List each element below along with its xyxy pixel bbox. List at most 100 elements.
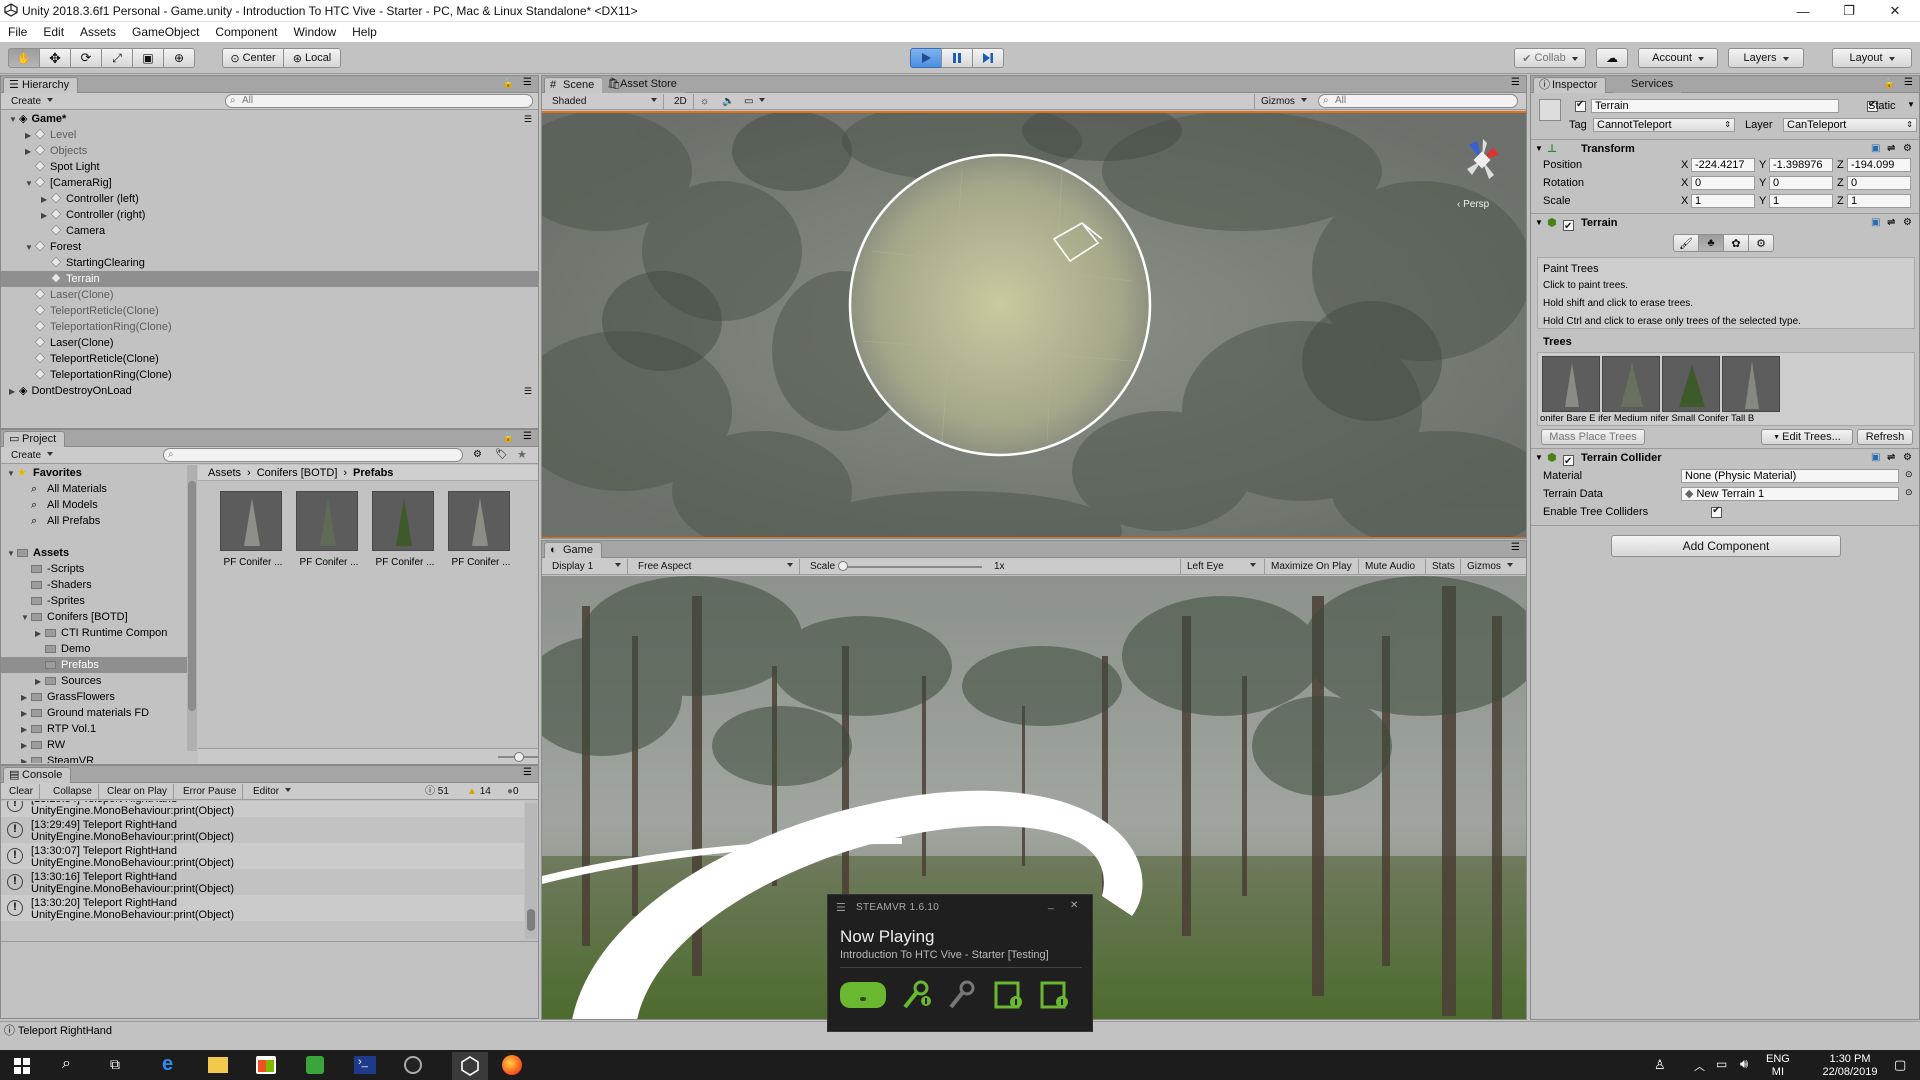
menu-component[interactable]: Component [207,22,285,42]
help-book-icon[interactable]: ▣ [1871,449,1880,467]
transform-tool-button[interactable]: ⊕ [163,48,195,68]
console-error-count[interactable]: ●0 [501,784,525,799]
tree-thumbnail[interactable] [1602,356,1660,412]
eye-dropdown[interactable]: Left Eye [1180,559,1262,574]
fold-closed-icon[interactable]: ▶ [35,626,45,642]
project-tree-item[interactable]: ⌕ All Models [1,497,187,513]
tab-inspector[interactable]: ⓘ Inspector [1533,77,1607,93]
asset-item[interactable]: PF Conifer ... [446,491,516,575]
people-icon[interactable]: ♙ [1654,1057,1666,1073]
controller-icon[interactable] [900,979,932,1011]
object-picker-icon[interactable]: ⊙ [1905,487,1913,498]
project-tree-item[interactable]: ▶ Ground materials FD [1,705,187,721]
axis-label-z[interactable]: Z [1837,195,1844,207]
scene-search-input[interactable]: ⌕ All [1318,94,1518,108]
axis-label-y[interactable]: Y [1759,177,1766,189]
hierarchy-item[interactable]: TeleportReticle(Clone) [1,303,538,319]
lock-icon[interactable]: 🔒 [1884,78,1895,89]
step-button[interactable] [972,48,1004,68]
hierarchy-create-button[interactable]: Create [5,94,59,109]
hierarchy-item[interactable]: Spot Light [1,159,538,175]
aspect-dropdown[interactable]: Free Aspect [632,559,800,574]
console-error-pause-button[interactable]: Error Pause [177,784,244,799]
rotate-tool-button[interactable]: ⟳ [70,48,102,68]
scene-menu-icon[interactable]: ☰ [524,383,532,399]
hierarchy-item[interactable]: Laser(Clone) [1,335,538,351]
hierarchy-item[interactable]: TeleportationRing(Clone) [1,367,538,383]
tab-project[interactable]: ▭ Project [3,431,66,447]
clock[interactable]: 1:30 PM 22/08/2019 [1810,1053,1890,1079]
lock-icon[interactable]: 🔒 [503,78,514,89]
tab-console[interactable]: ▤ Console [3,767,72,783]
transform-z-field[interactable]: 1 [1847,194,1911,208]
steamvr-minimize-icon[interactable]: _ [1048,899,1054,910]
scale-slider[interactable] [842,566,982,568]
help-book-icon[interactable]: ▣ [1871,214,1880,232]
console-collapse-button[interactable]: Collapse [47,784,99,799]
panel-menu-icon[interactable]: ☰ [1511,77,1520,88]
fold-closed-icon[interactable]: ▶ [21,738,31,754]
menu-edit[interactable]: Edit [35,22,72,42]
paint-trees-button[interactable]: ♣ [1698,234,1724,252]
chevron-down-icon[interactable]: ▼ [1907,100,1915,109]
active-checkbox[interactable] [1575,99,1586,112]
transform-x-field[interactable]: -224.4217 [1691,158,1755,172]
filter-label-icon[interactable]: 🏷 [495,449,508,460]
fold-closed-icon[interactable]: ▶ [9,384,19,400]
gear-icon[interactable]: ⚙ [1903,449,1912,467]
console-warning-count[interactable]: ▲ 14 [461,784,497,799]
fold-closed-icon[interactable]: ▶ [21,722,31,738]
project-tree-item[interactable]: ⌕ All Prefabs [1,513,187,529]
stats-toggle[interactable]: Stats [1425,559,1461,574]
transform-z-field[interactable]: 0 [1847,176,1911,190]
chevron-up-icon[interactable]: ︿ [1694,1058,1705,1074]
fold-closed-icon[interactable]: ▶ [41,192,51,208]
console-log-row[interactable]: ! [13:30:20] Teleport RightHand UnityEngin… [1,895,524,921]
hierarchy-item[interactable]: ▶ ◈ DontDestroyOnLoad ☰ [1,383,538,399]
edit-trees-button[interactable]: ▼ Edit Trees... [1761,429,1853,445]
paint-details-button[interactable]: ✿ [1723,234,1749,252]
project-tree-item[interactable]: ▶ CTI Runtime Compon [1,625,187,641]
preset-icon[interactable]: ⇌ [1887,214,1895,232]
object-name-field[interactable]: Terrain [1591,99,1839,113]
menu-file[interactable]: File [0,22,35,42]
effects-dropdown[interactable]: ▭ [738,94,771,109]
hamburger-icon[interactable]: ☰ [836,901,846,914]
project-tree-item[interactable]: Prefabs [1,657,187,673]
axis-label-y[interactable]: Y [1759,159,1766,171]
fold-open-icon[interactable]: ▼ [7,546,17,562]
tab-game[interactable]: ◐ Game [544,542,602,558]
menu-help[interactable]: Help [344,22,385,42]
gear-icon[interactable]: ⚙ [1903,214,1912,232]
fold-closed-icon[interactable]: ▶ [21,690,31,706]
fold-open-icon[interactable]: ▼ [25,240,35,256]
terrain-header[interactable]: ▼ ⬢ Terrain ▣ ⇌ ⚙ [1531,213,1919,236]
menu-gameobject[interactable]: GameObject [124,22,207,42]
axis-label-x[interactable]: X [1681,195,1688,207]
transform-z-field[interactable]: -194.099 [1847,158,1911,172]
fold-closed-icon[interactable]: ▶ [25,128,35,144]
game-gizmos-dropdown[interactable]: Gizmos [1460,559,1519,574]
hierarchy-item[interactable]: Terrain [1,271,538,287]
axis-label-z[interactable]: Z [1837,159,1844,171]
projection-label[interactable]: ‹ Persp [1457,199,1489,210]
panel-menu-icon[interactable]: ☰ [1904,77,1913,88]
project-tree-item[interactable]: -Shaders [1,577,187,593]
notification-icon[interactable]: ▢ [1894,1057,1906,1073]
breadcrumb-conifers[interactable]: Conifers [BOTD] [257,467,338,479]
project-tree-item[interactable]: ▶ RTP Vol.1 [1,721,187,737]
axis-label-z[interactable]: Z [1837,177,1844,189]
maximize-button[interactable]: ❐ [1826,0,1872,22]
scale-slider-thumb[interactable] [838,561,848,571]
hierarchy-item[interactable]: ▼ Forest [1,239,538,255]
mute-audio-toggle[interactable]: Mute Audio [1358,559,1421,574]
slider-thumb[interactable] [514,752,524,762]
lock-icon[interactable]: 🔒 [503,432,514,443]
project-tree-item[interactable]: Demo [1,641,187,657]
pivot-center-button[interactable]: ⊙ Center [222,48,284,68]
enable-tree-colliders-checkbox[interactable] [1711,505,1723,518]
fold-closed-icon[interactable]: ▶ [21,754,31,763]
hierarchy-item[interactable]: ▼ ◈ Game* ☰ [1,111,538,127]
input-language[interactable]: ENG MI [1766,1053,1790,1079]
hierarchy-item[interactable]: TeleportReticle(Clone) [1,351,538,367]
